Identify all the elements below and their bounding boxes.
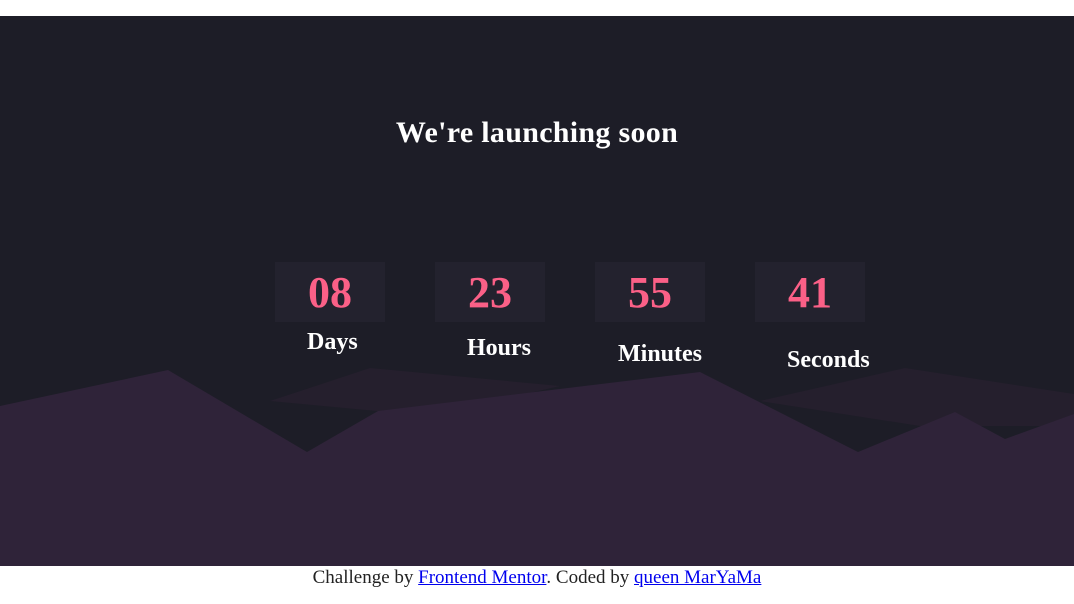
days-value: 08 bbox=[275, 262, 385, 322]
attribution-footer: Challenge by Frontend Mentor. Coded by q… bbox=[0, 566, 1074, 590]
attribution-middle: . Coded by bbox=[546, 567, 635, 588]
countdown-minutes: 55 bbox=[595, 262, 705, 322]
frontend-mentor-link[interactable]: Frontend Mentor bbox=[418, 567, 546, 588]
hours-label: Hours bbox=[467, 335, 532, 361]
countdown-seconds: 41 bbox=[755, 262, 865, 322]
seconds-value: 41 bbox=[755, 262, 865, 322]
page-title: We're launching soon bbox=[395, 116, 679, 149]
countdown-hours: 23 bbox=[435, 262, 545, 322]
launch-stage: We're launching soon 08 Days 23 Hours 55… bbox=[0, 16, 1074, 566]
hill-back-right bbox=[760, 368, 1074, 426]
minutes-label: Minutes bbox=[618, 341, 702, 367]
seconds-label: Seconds bbox=[787, 347, 870, 373]
author-link[interactable]: queen MarYaMa bbox=[634, 567, 761, 588]
days-label: Days bbox=[307, 329, 358, 355]
countdown-days: 08 bbox=[275, 262, 385, 322]
minutes-value: 55 bbox=[595, 262, 705, 322]
attribution-prefix: Challenge by bbox=[312, 567, 419, 588]
hours-value: 23 bbox=[435, 262, 545, 322]
